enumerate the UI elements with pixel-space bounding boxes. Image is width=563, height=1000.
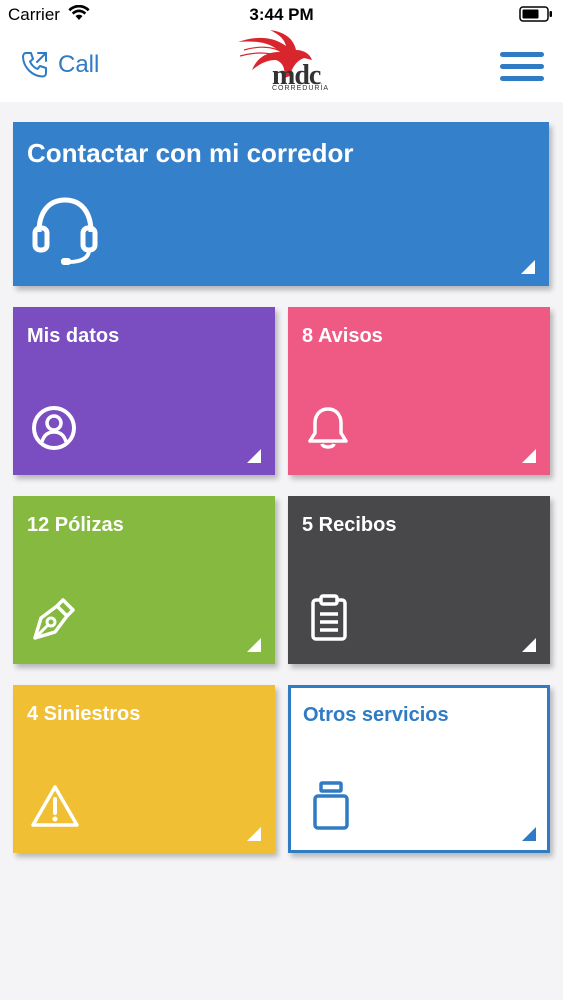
hamburger-menu-button[interactable] (500, 52, 544, 82)
tile-title: 12 Pólizas (27, 514, 124, 536)
corner-indicator (247, 638, 261, 652)
battery-icon (519, 6, 552, 22)
headset-icon (32, 197, 98, 265)
mdc-logo: mdc CORREDURÍA (232, 30, 332, 100)
corner-indicator (247, 449, 261, 463)
policies-tile[interactable]: 12 Pólizas (13, 496, 275, 664)
corner-indicator (522, 449, 536, 463)
menu-bar (500, 52, 544, 57)
menu-bar (500, 64, 544, 69)
my-data-tile[interactable]: Mis datos (13, 307, 275, 475)
tile-title: 5 Recibos (302, 514, 397, 536)
phone-call-icon (22, 52, 47, 78)
status-time: 3:44 PM (249, 5, 314, 24)
call-button[interactable]: Call (20, 50, 99, 80)
corner-indicator (247, 827, 261, 841)
menu-bar (500, 76, 544, 81)
tile-title: 4 Siniestros (27, 703, 141, 725)
status-bar: Carrier 3:44 PM (0, 0, 563, 30)
notices-tile[interactable]: 8 Avisos (288, 307, 550, 475)
tile-title: 8 Avisos (302, 325, 383, 347)
jar-icon (313, 781, 349, 830)
clipboard-icon (311, 594, 347, 641)
claims-tile[interactable]: 4 Siniestros (13, 685, 275, 853)
receipts-tile[interactable]: 5 Recibos (288, 496, 550, 664)
other-services-tile[interactable]: Otros servicios (288, 685, 550, 853)
tile-title: Otros servicios (303, 704, 449, 726)
tile-title: Mis datos (27, 325, 120, 347)
tile-title: Contactar con mi corredor (27, 138, 354, 168)
pen-nib-icon (33, 598, 75, 640)
bell-icon (308, 407, 348, 449)
app-header: Call mdc CORREDURÍA (0, 30, 563, 102)
contact-broker-tile[interactable]: Contactar con mi corredor (13, 122, 549, 286)
corner-indicator (521, 260, 535, 274)
call-label: Call (58, 51, 100, 78)
corner-indicator (522, 638, 536, 652)
user-circle-icon (32, 406, 76, 450)
logo-subtitle: CORREDURÍA (272, 85, 330, 92)
warning-icon (31, 785, 79, 827)
corner-indicator (522, 827, 536, 841)
